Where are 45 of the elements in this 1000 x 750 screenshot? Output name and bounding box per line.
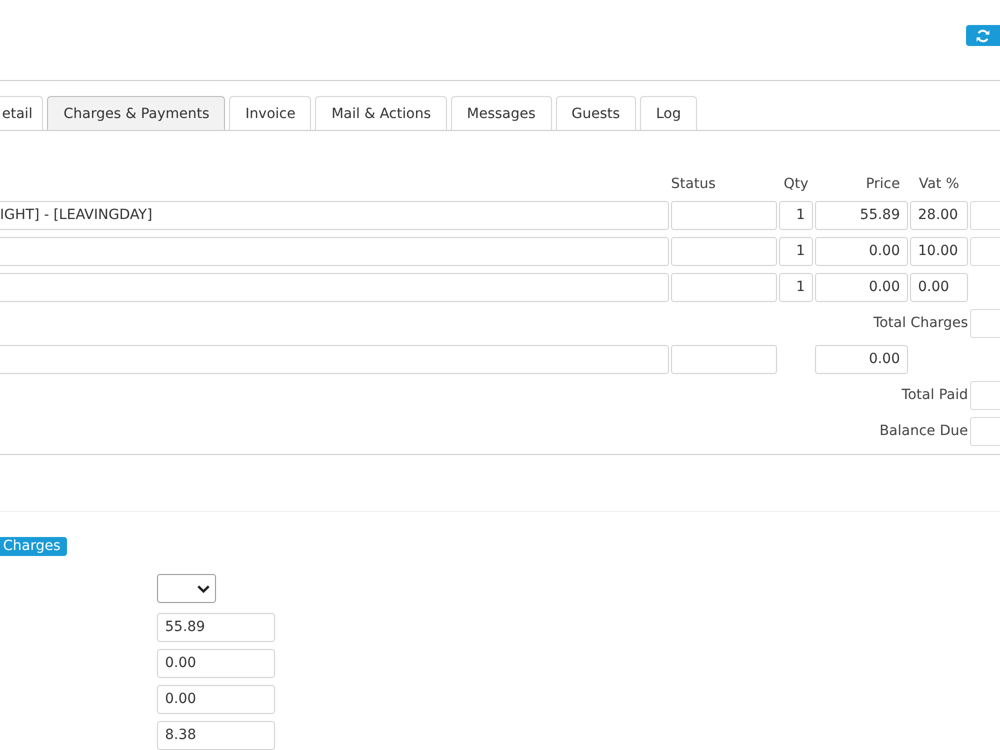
price-field[interactable]: 55.89	[815, 201, 908, 230]
status-field[interactable]	[671, 201, 777, 230]
tab[interactable]: Charges & Payments	[47, 96, 226, 130]
quantity-field[interactable]: 1	[779, 201, 813, 230]
column-header: Price	[864, 175, 901, 194]
price-field[interactable]: 0.00	[815, 237, 908, 266]
input-field[interactable]: 55.89	[157, 613, 275, 642]
tab[interactable]: Messages	[450, 96, 552, 130]
input-field[interactable]: 0.00	[157, 649, 275, 678]
status-field[interactable]	[671, 273, 777, 302]
description-field[interactable]	[0, 273, 669, 302]
refresh-icon	[976, 28, 990, 42]
vat-field[interactable]: 28.00	[910, 201, 968, 230]
total-field[interactable]	[970, 417, 1000, 446]
tab[interactable]: Log	[640, 96, 697, 130]
total-field[interactable]	[970, 201, 1000, 230]
description-field[interactable]	[0, 237, 669, 266]
column-header: Vat %	[918, 175, 960, 194]
column-header: Qty	[782, 175, 810, 194]
vat-field[interactable]: 0.00	[910, 273, 968, 302]
input-field[interactable]: 8.38	[157, 721, 275, 750]
status-field[interactable]	[671, 345, 777, 374]
price-field[interactable]: 0.00	[815, 273, 908, 302]
tab[interactable]: Invoice	[229, 96, 312, 130]
input-field[interactable]: 0.00	[157, 685, 275, 714]
quantity-field[interactable]: 1	[779, 237, 813, 266]
quantity-field[interactable]: 1	[779, 273, 813, 302]
total-label: Balance Due	[879, 422, 968, 441]
vat-field[interactable]: 10.00	[910, 237, 968, 266]
tab[interactable]: Guests	[556, 96, 636, 130]
refresh-button[interactable]	[966, 25, 1000, 46]
tab[interactable]: Mail & Actions	[315, 96, 447, 130]
total-field[interactable]	[970, 381, 1000, 410]
chevron-down-icon	[197, 584, 210, 592]
dropdown[interactable]	[157, 574, 216, 603]
total-label: Total Charges	[873, 314, 968, 333]
description-field[interactable]: IGHT] - [LEAVINGDAY]	[0, 201, 669, 230]
amount-field[interactable]: 0.00	[815, 345, 908, 374]
total-field[interactable]	[970, 309, 1000, 338]
total-field[interactable]	[970, 237, 1000, 266]
total-label: Total Paid	[902, 386, 968, 405]
tab[interactable]: etail	[0, 96, 44, 130]
column-header: Status	[671, 175, 717, 194]
description-field[interactable]	[0, 345, 669, 374]
status-field[interactable]	[671, 237, 777, 266]
